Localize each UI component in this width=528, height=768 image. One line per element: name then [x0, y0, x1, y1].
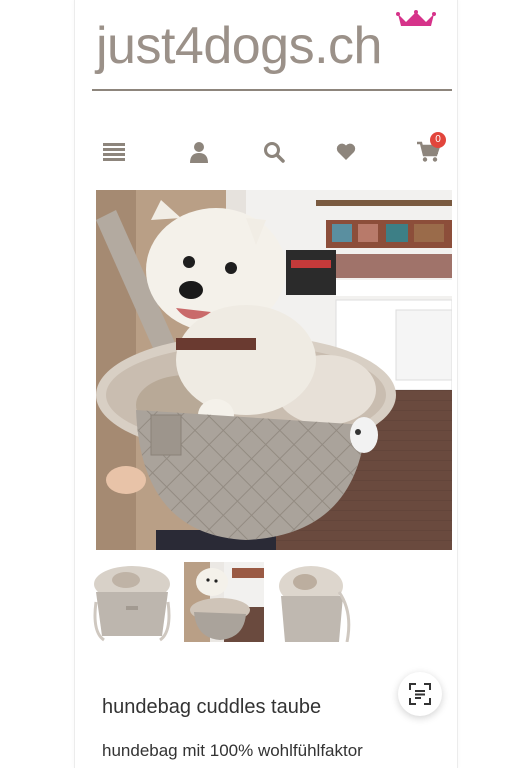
product-title: hundebag cuddles taube	[102, 696, 322, 718]
wishlist-button[interactable]	[328, 134, 364, 170]
scan-text-button[interactable]	[398, 672, 442, 716]
heart-icon	[336, 143, 356, 160]
thumbnail-dog-in-bag[interactable]	[184, 562, 264, 642]
search-button[interactable]	[256, 134, 292, 170]
menu-icon	[103, 143, 125, 161]
main-nav: 0	[92, 132, 452, 170]
thumbnail-bag-front[interactable]	[92, 562, 172, 642]
bag-side-thumbnail	[277, 562, 357, 642]
cart-count-badge: 0	[430, 132, 446, 148]
dog-in-bag-photo	[96, 190, 452, 550]
logo-text: just4dogs.ch	[96, 17, 382, 75]
product-subtitle: hundebag mit 100% wohlfühlfaktor	[102, 741, 363, 760]
account-button[interactable]	[181, 134, 217, 170]
thumbnail-bag-side[interactable]	[277, 562, 357, 642]
product-main-image[interactable]	[96, 190, 452, 550]
dog-in-bag-thumbnail	[184, 562, 264, 642]
cart-button[interactable]: 0	[410, 132, 446, 170]
search-icon	[264, 142, 285, 163]
site-logo[interactable]: just4dogs.ch	[96, 10, 452, 80]
user-icon	[190, 142, 208, 163]
logo-divider	[92, 89, 452, 91]
menu-button[interactable]	[96, 134, 132, 170]
bag-front-thumbnail	[92, 562, 172, 642]
scan-text-icon	[409, 683, 431, 705]
